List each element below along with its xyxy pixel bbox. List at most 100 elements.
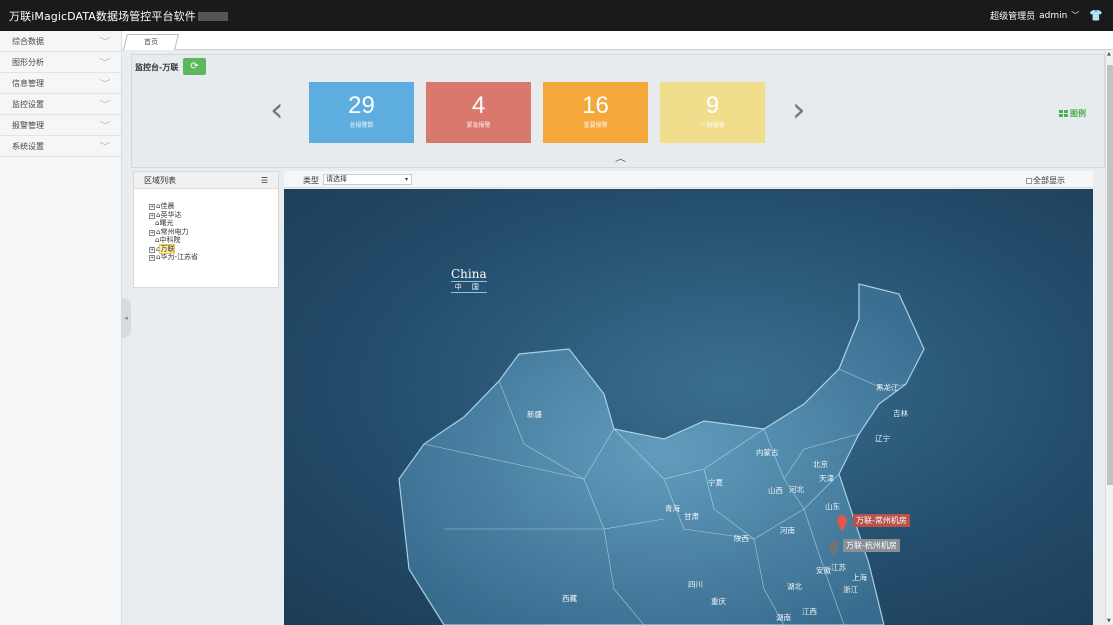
tree-node[interactable]: + ⌂英华达 [149,211,278,220]
province-label: 河南 [780,525,795,535]
province-label: 江苏 [831,562,846,572]
expand-icon[interactable]: + [149,255,155,261]
alarm-tile-total[interactable]: 29 总报警数 [309,82,414,143]
legend-grid-icon [1059,110,1068,117]
province-label: 湖南 [776,612,791,622]
expand-icon[interactable]: + [149,204,155,210]
sidebar-item-图形分析[interactable]: 图形分析 ﹀ [0,52,121,73]
scroll-down-icon[interactable]: ▼ [1107,618,1111,624]
tab-home[interactable]: 首页 [123,34,179,50]
province-label: 陕西 [734,533,749,543]
scroll-up-icon[interactable]: ▲ [1107,51,1111,57]
page-scrollbar[interactable]: ▲ ▼ [1105,50,1113,625]
expand-icon[interactable]: + [149,246,155,253]
tree-node-label: 佳晨 [160,202,175,210]
legend-button[interactable]: 图例 [1059,108,1086,119]
chevron-left-icon: ◂ [124,314,128,322]
checkbox-icon[interactable] [1026,177,1032,184]
tree-node-label: 常州电力 [160,227,189,236]
tree-node-label: 中科院 [159,236,181,244]
region-list-panel: 区域列表 ☰ + ⌂佳晨 + ⌂英华达 ⌂曙光 + ⌂常州电力 ⌂中科院 + ⌂万联 +… [133,171,279,288]
redacted-block [197,12,228,21]
dropdown-arrow-icon: ▾ [404,176,408,183]
tree-node-label: 英华达 [160,210,182,219]
filter-bar: 类型 请选择 ▾ 全部显示 [284,171,1093,188]
sidebar-item-label: 信息管理 [12,78,44,88]
chevron-down-icon: ﹀ [99,141,111,151]
region-list-title: 区域列表 [144,175,176,185]
province-label: 安徽 [816,565,831,575]
expand-icon[interactable]: + [149,212,155,219]
province-label: 吉林 [893,408,908,418]
chevron-down-icon: ﹀ [99,120,111,130]
china-landmass [398,283,925,625]
sidebar-item-系统设置[interactable]: 系统设置 ﹀ [0,136,121,157]
chevron-down-icon: ﹀ [99,57,111,67]
sidebar-collapse-handle[interactable]: ◂ [121,298,131,338]
sidebar-item-综合数据[interactable]: 综合数据 ﹀ [0,31,121,52]
show-all-label: 全部显示 [1033,176,1065,185]
scroll-thumb[interactable] [1107,65,1113,485]
tree-node[interactable]: + ⌂佳晨 [149,202,278,211]
map-title-en: China [451,267,487,281]
province-label: 上海 [852,572,867,582]
top-bar: 万联iMagicDATA数据场管控平台软件 超级管理员 admin ﹀ 👕 [0,0,1113,31]
type-label: 类型 [303,176,319,185]
alarm-tile-important[interactable]: 16 重要报警 [543,82,648,143]
refresh-icon: ⟳ [190,61,199,72]
alarm-label: 总报警数 [349,122,374,129]
alarm-tile-general[interactable]: 9 一般报警 [660,82,765,143]
map-marker-label-changzhou[interactable]: 万联-常州机房 [853,514,910,527]
province-label: 内蒙古 [756,447,779,457]
tree-node[interactable]: + ⌂华为-江苏省 [149,253,278,262]
user-menu[interactable]: 超级管理员 admin ﹀ 👕 [990,9,1103,22]
map-marker-label-hangzhou[interactable]: 万联-杭州机房 [843,539,900,552]
province-label: 江西 [802,607,817,616]
tree-node-label: 万联 [159,243,176,254]
tab-home-label: 首页 [144,38,158,46]
theme-shirt-icon[interactable]: 👕 [1089,9,1103,22]
sidebar-item-信息管理[interactable]: 信息管理 ﹀ [0,73,121,94]
province-label: 天津 [819,474,834,483]
show-all-checkbox[interactable]: 全部显示 [1026,175,1065,186]
chevron-down-icon: ﹀ [1071,11,1080,20]
alarm-count: 4 [471,92,486,119]
alarm-tile-urgent[interactable]: 4 紧急报警 [426,82,531,143]
sidebar-item-label: 综合数据 [12,36,44,46]
carousel-next-button[interactable]: › [792,93,806,127]
tree-node[interactable]: ⌂中科院 [149,236,278,245]
legend-label: 图例 [1070,109,1086,118]
sidebar-item-label: 图形分析 [12,57,44,67]
collapse-panel-chevron-up-icon[interactable]: ︿ [615,152,626,163]
username: admin [1039,10,1068,21]
china-map[interactable]: 新疆 黑龙江 吉林 辽宁 内蒙古 北京 天津 河北 山西 山东 宁夏 青海 甘肃… [284,189,1093,625]
province-label: 宁夏 [708,477,723,487]
sidebar-item-label: 报警管理 [12,120,44,130]
sidebar-item-监控设置[interactable]: 监控设置 ﹀ [0,94,121,115]
tree-node[interactable]: ⌂曙光 [149,219,278,228]
menu-icon[interactable]: ☰ [261,176,268,185]
monitor-panel: 监控台-万联 ⟳ ‹ 29 总报警数 4 紧急报警 16 重要报警 9 一般报警… [131,54,1105,168]
province-label: 辽宁 [875,433,890,443]
sidebar-item-报警管理[interactable]: 报警管理 ﹀ [0,115,121,136]
province-label: 西藏 [562,593,577,603]
refresh-button[interactable]: ⟳ [183,58,206,75]
province-label: 浙江 [843,584,858,594]
alarm-label: 紧急报警 [466,122,491,129]
tree-node[interactable]: + ⌂常州电力 [149,228,278,237]
carousel-prev-button[interactable]: ‹ [270,93,284,127]
sidebar: 综合数据 ﹀ 图形分析 ﹀ 信息管理 ﹀ 监控设置 ﹀ 报警管理 ﹀ 系统设置 ﹀ [0,31,122,625]
alarm-count: 9 [705,92,720,119]
province-label: 北京 [813,459,828,469]
type-select-value: 请选择 [326,175,347,183]
province-label: 山东 [825,501,840,511]
region-tree: + ⌂佳晨 + ⌂英华达 ⌂曙光 + ⌂常州电力 ⌂中科院 + ⌂万联 + ⌂华为-江苏省 [134,189,278,262]
province-label: 山西 [768,485,783,495]
alarm-label: 一般报警 [700,122,725,129]
province-label: 黑龙江 [876,382,899,392]
expand-icon[interactable]: + [149,229,155,236]
monitor-title: 监控台-万联 [135,63,179,72]
type-select[interactable]: 请选择 ▾ [323,174,412,185]
app-title: 万联iMagicDATA数据场管控平台软件 [9,8,228,24]
tree-node-selected[interactable]: + ⌂万联 [149,243,278,254]
